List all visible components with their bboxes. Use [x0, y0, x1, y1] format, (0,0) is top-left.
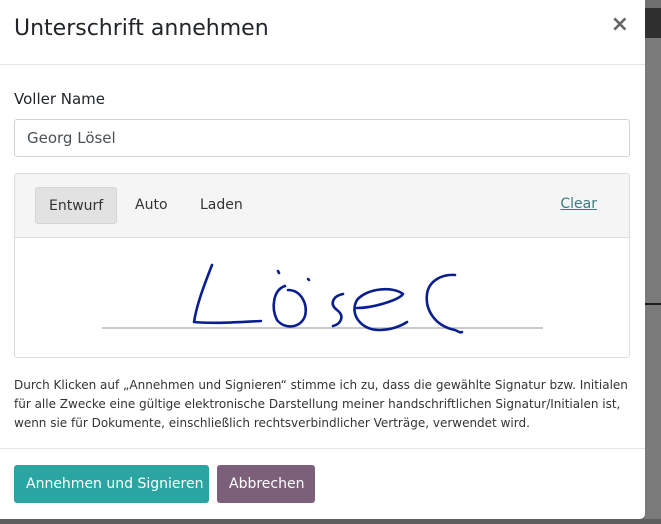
tab-draw[interactable]: Entwurf — [35, 187, 118, 224]
full-name-label: Voller Name — [14, 90, 106, 108]
tab-load[interactable]: Laden — [187, 187, 256, 224]
dialog-title: Unterschrift annehmen — [14, 16, 269, 41]
signature-dialog: Unterschrift annehmen × Voller Name Entw… — [0, 0, 645, 519]
full-name-input[interactable] — [14, 119, 630, 157]
background-topbar — [645, 8, 661, 38]
legal-consent-text: Durch Klicken auf „Annehmen und Signiere… — [14, 378, 628, 430]
background-bottom — [0, 519, 661, 524]
accept-and-sign-button[interactable]: Annehmen und Signieren — [14, 465, 209, 503]
cancel-button[interactable]: Abbrechen — [217, 465, 315, 503]
signature-strokes — [192, 263, 464, 334]
background-divider — [645, 303, 661, 305]
clear-link[interactable]: Clear — [560, 196, 597, 212]
signature-toolbar: Entwurf Auto Laden Clear — [15, 174, 629, 238]
tab-auto[interactable]: Auto — [122, 187, 181, 224]
dialog-footer: Annehmen und Signieren Abbrechen — [0, 448, 645, 519]
signature-canvas[interactable] — [15, 238, 629, 357]
signature-drawing — [102, 263, 543, 334]
close-icon[interactable]: × — [611, 12, 629, 37]
signature-pad: Entwurf Auto Laden Clear — [14, 173, 630, 358]
dialog-header: Unterschrift annehmen × — [0, 0, 645, 65]
background-page — [645, 38, 661, 524]
